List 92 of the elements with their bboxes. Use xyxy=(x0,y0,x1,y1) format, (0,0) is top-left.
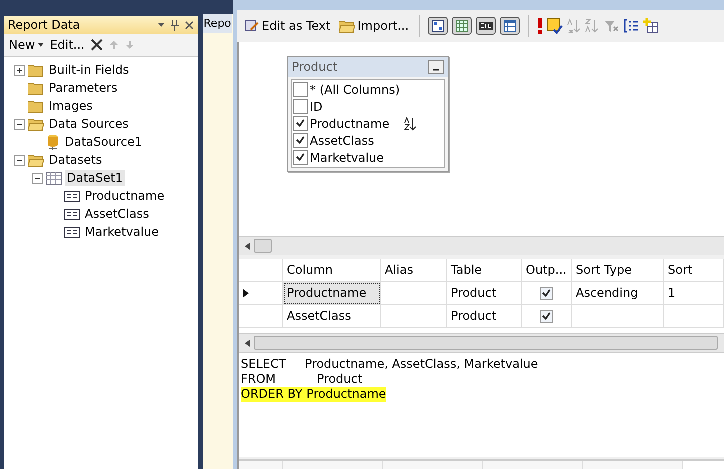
row-header xyxy=(239,259,283,282)
dropdown-icon[interactable] xyxy=(158,23,165,27)
tree-item[interactable]: DataSource1 xyxy=(63,134,145,150)
open-folder-icon xyxy=(28,154,44,166)
open-folder-icon xyxy=(28,118,44,130)
column-header[interactable]: Alias xyxy=(381,259,447,282)
checkbox[interactable] xyxy=(293,133,308,148)
column-name: * (All Columns) xyxy=(310,82,402,96)
tree-item[interactable]: DataSet1 xyxy=(65,170,125,186)
field-icon xyxy=(64,190,80,202)
checkbox[interactable] xyxy=(293,116,308,131)
table-cell[interactable] xyxy=(381,305,447,328)
checkmark-icon xyxy=(542,312,551,320)
column-header[interactable]: Sort xyxy=(664,259,724,282)
minimize-icon[interactable] xyxy=(428,60,444,74)
new-button[interactable]: New xyxy=(9,38,44,52)
scrollbar[interactable] xyxy=(239,236,724,255)
field-icon xyxy=(64,208,80,220)
table-cell[interactable]: 1 xyxy=(664,282,724,305)
edit-as-text-button[interactable]: Edit as Text xyxy=(243,19,333,33)
edit-button[interactable]: Edit... xyxy=(50,38,85,52)
row-header[interactable] xyxy=(239,282,283,305)
results-pane-button[interactable] xyxy=(500,17,520,35)
table-cell[interactable]: Product xyxy=(447,282,522,305)
checkbox[interactable] xyxy=(540,286,553,300)
tree-item[interactable]: Productname xyxy=(83,188,167,204)
checkbox[interactable] xyxy=(293,150,308,165)
grid-icon xyxy=(456,20,468,32)
column-name: AssetClass xyxy=(310,134,376,148)
scrollbar[interactable] xyxy=(239,333,724,352)
diagram-icon xyxy=(432,20,444,32)
close-icon[interactable] xyxy=(184,20,194,30)
table-cell[interactable] xyxy=(572,305,664,328)
collapse-icon[interactable] xyxy=(14,154,25,166)
table-cell[interactable]: Ascending xyxy=(572,282,664,305)
column-header[interactable]: Sort Type xyxy=(572,259,664,282)
diagram-pane-button[interactable] xyxy=(428,17,448,35)
field-icon xyxy=(64,226,80,238)
table-cell[interactable]: AssetClass xyxy=(283,305,381,328)
scrollbar-thumb[interactable] xyxy=(254,336,718,350)
tree-item[interactable]: Built-in Fields xyxy=(47,62,132,78)
table-icon xyxy=(504,20,516,32)
verify-sql-icon[interactable] xyxy=(547,18,564,34)
tree-item[interactable]: Parameters xyxy=(47,80,120,96)
column-header[interactable]: Column xyxy=(283,259,381,282)
sql-line: FROM Product xyxy=(241,372,363,387)
table-cell[interactable]: Product xyxy=(447,305,522,328)
panel-title: Report Data xyxy=(8,18,80,32)
scrollbar-thumb[interactable] xyxy=(254,239,272,253)
tree-item[interactable]: Data Sources xyxy=(47,116,131,132)
delete-icon[interactable] xyxy=(90,39,103,51)
folder-icon xyxy=(28,100,44,112)
checkbox[interactable] xyxy=(293,99,308,114)
table-title: Product xyxy=(292,60,338,74)
folder-icon xyxy=(28,82,44,94)
column-header[interactable]: Table xyxy=(447,259,522,282)
row-indicator-icon xyxy=(243,288,249,298)
column-name: Marketvalue xyxy=(310,150,386,164)
exclamation-icon[interactable] xyxy=(537,18,544,34)
tree-item[interactable]: Marketvalue xyxy=(83,224,162,240)
open-folder-icon xyxy=(338,20,355,32)
table-cell[interactable] xyxy=(664,305,724,328)
column-name: ID xyxy=(310,100,324,114)
grid-pane-button[interactable] xyxy=(452,17,472,35)
add-table-icon[interactable] xyxy=(643,18,660,34)
group-by-icon[interactable] xyxy=(623,19,640,33)
tree-item[interactable]: Datasets xyxy=(47,152,104,168)
sql-line: SELECT Productname, AssetClass, Marketvalue xyxy=(241,357,538,372)
sql-pane-button[interactable] xyxy=(476,17,496,35)
column-name: Productname xyxy=(310,116,391,130)
pin-icon[interactable] xyxy=(170,20,179,30)
folder-icon xyxy=(28,64,44,76)
sql-icon xyxy=(479,22,494,30)
document-tab[interactable]: Repo xyxy=(202,14,232,33)
table-icon xyxy=(46,172,62,184)
table-cell[interactable]: Productname xyxy=(283,282,381,305)
import-button[interactable]: Import... xyxy=(336,19,412,33)
scroll-left-icon[interactable] xyxy=(245,242,250,250)
tree-item[interactable]: Images xyxy=(47,98,95,114)
expand-icon[interactable] xyxy=(14,64,25,76)
dropdown-icon xyxy=(38,43,44,47)
column-header[interactable]: Outp... xyxy=(522,259,572,282)
table-cell[interactable] xyxy=(381,282,447,305)
checkmark-icon xyxy=(542,288,551,298)
tree-item[interactable]: AssetClass xyxy=(83,206,152,222)
checkbox[interactable] xyxy=(540,310,553,322)
collapse-icon[interactable] xyxy=(14,118,25,130)
pencil-icon xyxy=(245,19,259,33)
scroll-left-icon[interactable] xyxy=(245,340,250,346)
checkbox[interactable] xyxy=(293,82,308,97)
database-icon xyxy=(46,134,60,150)
collapse-icon[interactable] xyxy=(32,172,43,184)
